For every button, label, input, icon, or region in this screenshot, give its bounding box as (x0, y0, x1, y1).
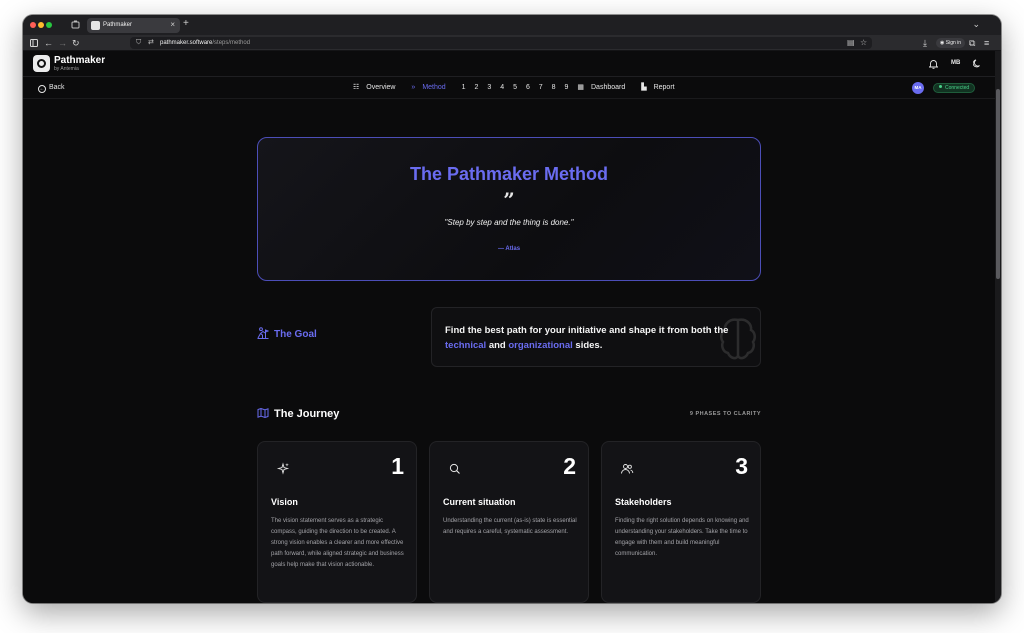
pathmaker-logo[interactable] (33, 55, 50, 72)
shield-icon[interactable]: ⛉ (136, 38, 141, 48)
tab-step-2[interactable]: 2 (475, 83, 479, 93)
tab-step-7[interactable]: 7 (539, 83, 543, 93)
moon-icon[interactable] (972, 59, 982, 70)
browser-tab-active[interactable]: Pathmaker × (87, 18, 180, 33)
url-text[interactable]: pathmaker.software/steps/method (160, 38, 250, 48)
quote-attribution: — Atlas (497, 246, 521, 252)
tab-overview-icon[interactable] (71, 20, 80, 29)
phase-card-current-situation[interactable]: 2 Current situation Understanding the cu… (429, 441, 589, 603)
tab-step-8[interactable]: 8 (552, 83, 556, 93)
search-icon (449, 463, 460, 474)
menu-icon[interactable]: ≡ (984, 37, 989, 49)
step-navigation: ← Back ☷ Overview » Method 1 2 3 4 5 6 7 … (23, 78, 995, 99)
pathmaker-favicon-icon (91, 21, 100, 30)
chevrons-right-icon: » (411, 84, 416, 91)
tab-report[interactable]: ▙ Report (641, 83, 681, 93)
phase-number: 1 (391, 453, 404, 479)
phase-description: Finding the right solution depends on kn… (615, 518, 749, 557)
users-icon (621, 464, 634, 474)
tab-step-9[interactable]: 9 (565, 83, 569, 93)
phase-description: Understanding the current (as-is) state … (443, 518, 577, 535)
phase-number: 3 (735, 453, 748, 479)
tab-title: Pathmaker (103, 22, 133, 28)
close-window-button[interactable] (30, 22, 36, 28)
app-page: Pathmaker by Antemia MB ← Back ☷ Overview… (23, 51, 995, 603)
arrow-left-icon: ← (38, 85, 46, 93)
tab-dashboard[interactable]: ▦ Dashboard (577, 83, 632, 93)
download-icon[interactable]: ⤓ (923, 37, 927, 49)
brand-subtitle: by Antemia (54, 66, 79, 72)
phase-title: Vision (271, 497, 298, 507)
chevron-down-icon[interactable]: ⌄ (972, 19, 980, 30)
maximize-window-button[interactable] (46, 22, 52, 28)
user-initials-button[interactable]: MB (951, 60, 960, 66)
brand-name: Pathmaker (54, 55, 106, 66)
page-title: The Pathmaker Method (409, 164, 609, 184)
phase-title: Current situation (443, 497, 516, 507)
tab-overview[interactable]: ☷ Overview (353, 83, 402, 93)
phase-card-vision[interactable]: 1 Vision The vision statement serves as … (257, 441, 417, 603)
browser-toolbar: ← → ↻ ⛉ ⇄ pathmaker.software/steps/metho… (23, 35, 1001, 51)
scrollbar-thumb[interactable] (996, 89, 1000, 279)
tab-step-6[interactable]: 6 (526, 83, 530, 93)
tab-step-4[interactable]: 4 (500, 83, 504, 93)
goal-text: Find the best path for your initiative a… (445, 325, 729, 351)
back-button[interactable]: ← Back (38, 83, 65, 93)
sidebar-toggle-icon[interactable] (30, 37, 38, 50)
forward-arrow-icon[interactable]: → (58, 37, 67, 49)
hero-quote: "Step by step and the thing is done." (444, 218, 574, 227)
person-flag-icon (257, 327, 269, 339)
address-bar[interactable]: ⛉ ⇄ pathmaker.software/steps/method ▤ ☆ (130, 37, 872, 49)
method-hero-card: The Pathmaker Method ” "Step by step and… (257, 137, 761, 281)
permissions-icon[interactable]: ⇄ (148, 38, 154, 48)
tab-step-5[interactable]: 5 (513, 83, 517, 93)
close-tab-icon[interactable]: × (170, 20, 175, 30)
journey-phase-count: 9 PHASES TO CLARITY (689, 411, 761, 417)
journey-heading: The Journey (257, 407, 339, 421)
report-icon: ▙ (641, 84, 647, 91)
tab-method[interactable]: » Method (411, 83, 452, 93)
list-icon: ☷ (353, 84, 360, 91)
step-tabs: ☷ Overview » Method 1 2 3 4 5 6 7 8 9 ▦ … (353, 83, 689, 93)
status-badge: Connected (933, 83, 976, 93)
tab-step-3[interactable]: 3 (487, 83, 491, 93)
phase-description: The vision statement serves as a strateg… (271, 518, 404, 568)
bell-icon[interactable] (928, 59, 939, 71)
reader-view-icon[interactable]: ▤ (847, 38, 855, 48)
goal-heading: The Goal (257, 327, 317, 341)
back-arrow-icon[interactable]: ← (44, 37, 53, 49)
browser-tab-bar: Pathmaker × + ⌄ (23, 15, 1001, 35)
scrollbar[interactable] (995, 51, 1001, 603)
dashboard-icon: ▦ (577, 84, 584, 91)
phase-card-stakeholders[interactable]: 3 Stakeholders Finding the right solutio… (601, 441, 761, 603)
map-icon (257, 407, 269, 419)
extensions-icon[interactable]: ⧉ (969, 37, 975, 49)
goal-card: Find the best path for your initiative a… (431, 307, 761, 367)
quote-icon: ” (503, 188, 515, 212)
tab-step-1[interactable]: 1 (462, 83, 466, 93)
reload-icon[interactable]: ↻ (72, 37, 80, 49)
app-header: Pathmaker by Antemia MB (23, 51, 995, 77)
phase-number: 2 (563, 453, 576, 479)
phase-title: Stakeholders (615, 497, 672, 507)
browser-window: Pathmaker × + ⌄ ← → ↻ ⛉ ⇄ pathmaker.soft… (23, 15, 1001, 603)
bookmark-star-icon[interactable]: ☆ (860, 38, 867, 48)
sparkles-icon (276, 462, 290, 475)
avatar[interactable]: MA (912, 82, 924, 94)
minimize-window-button[interactable] (38, 22, 44, 28)
sign-in-button[interactable]: ◉ Sign in (936, 38, 966, 48)
brain-icon (720, 318, 756, 360)
new-tab-button[interactable]: + (183, 18, 189, 30)
